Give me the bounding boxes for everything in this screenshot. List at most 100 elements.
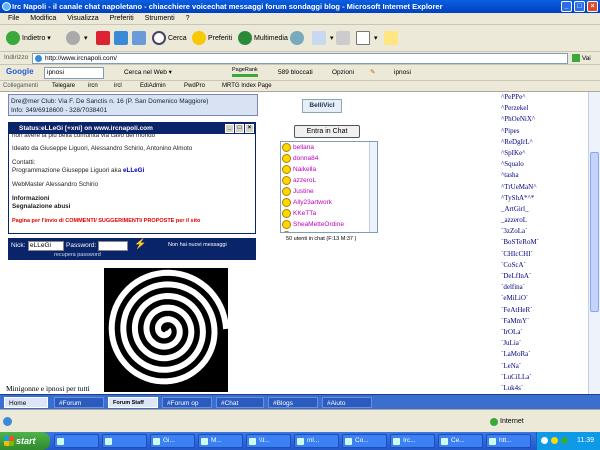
nick-list-item[interactable]: `CHIcCHI`: [500, 249, 600, 260]
multimedia-button[interactable]: Multimedia: [238, 31, 288, 47]
print-button[interactable]: [336, 31, 352, 47]
taskbar-task-button[interactable]: htt...: [486, 434, 531, 448]
chat-user-item[interactable]: verusia75: [281, 230, 377, 232]
menu-edit[interactable]: Modifica: [30, 15, 56, 22]
menu-tools[interactable]: Strumenti: [145, 15, 175, 22]
nick-list-item[interactable]: `FeAtHeR`: [500, 305, 600, 316]
tray-icon[interactable]: [541, 437, 548, 444]
tab-aiuto[interactable]: #Aiuto: [322, 397, 372, 408]
enter-chat-button[interactable]: Entra in Chat: [294, 125, 360, 138]
link-telegare[interactable]: Telegare: [52, 82, 75, 91]
nick-list-item[interactable]: `LuCiLLa`: [500, 372, 600, 383]
start-button[interactable]: start: [0, 432, 50, 450]
chat-user-item[interactable]: bellana: [281, 142, 377, 153]
home-button[interactable]: [132, 31, 148, 47]
tray-icon[interactable]: [551, 437, 558, 444]
chat-user-item[interactable]: Justine: [281, 186, 377, 197]
password-input[interactable]: [98, 241, 128, 251]
taskbar-task-button[interactable]: Ce...: [438, 434, 483, 448]
address-input[interactable]: http://www.ircnapoli.com/: [32, 53, 568, 64]
close-button[interactable]: ×: [587, 1, 598, 12]
edit-button[interactable]: ▾: [356, 31, 377, 47]
report-abuse-link[interactable]: Segnalazione abusi: [12, 203, 252, 211]
taskbar-task-button[interactable]: Irc...: [390, 434, 435, 448]
status-nick[interactable]: eLLeGi: [123, 167, 144, 174]
page-scrollbar-thumb[interactable]: [590, 152, 599, 312]
google-logo[interactable]: Google: [6, 67, 34, 76]
link-pwdpro[interactable]: PwdPro: [184, 82, 205, 91]
favorites-button[interactable]: Preferiti: [192, 31, 232, 47]
recover-password-link[interactable]: recupera password: [54, 252, 101, 258]
nick-list-item[interactable]: `eMiLiO`: [500, 293, 600, 304]
taskbar-task-button[interactable]: \\t...: [246, 434, 291, 448]
chat-user-item[interactable]: KKeTTa: [281, 208, 377, 219]
search-button[interactable]: Cerca: [152, 31, 187, 47]
tab-forum-op[interactable]: #Forum op: [162, 397, 212, 408]
google-options-button[interactable]: Opzioni: [332, 68, 354, 78]
nick-list-item[interactable]: `BoSTeRoM`: [500, 237, 600, 248]
tab-chat[interactable]: #Chat: [216, 397, 264, 408]
taskbar-task-button[interactable]: ml...: [294, 434, 339, 448]
tab-home[interactable]: Home: [4, 397, 48, 408]
tab-forum-staff[interactable]: Forum Staff: [108, 397, 158, 408]
tray-icon[interactable]: [561, 437, 568, 444]
popup-blocked-button[interactable]: 589 bloccati: [278, 68, 313, 78]
nick-list-item[interactable]: ^Perzekel: [500, 103, 600, 114]
nick-list-item[interactable]: _ArtGirl_: [500, 204, 600, 215]
note-button[interactable]: [384, 31, 400, 47]
history-button[interactable]: [290, 31, 306, 47]
menu-view[interactable]: Visualizza: [67, 15, 98, 22]
status-minimize-button[interactable]: _: [225, 124, 234, 133]
taskbar-task-button[interactable]: Co...: [342, 434, 387, 448]
menu-file[interactable]: File: [8, 15, 19, 22]
nick-list-item[interactable]: `Luk4s`: [500, 383, 600, 394]
status-close-button[interactable]: ×: [245, 124, 254, 133]
taskbar-task-button[interactable]: [102, 434, 147, 448]
feedback-notice-link[interactable]: Pagina per l'invio di COMMENTI/ SUGGERIM…: [12, 217, 252, 225]
nick-input[interactable]: eLLeGi: [28, 241, 64, 251]
link-mrtg[interactable]: MRTG Index Page: [222, 82, 272, 91]
nick-list-item[interactable]: `IrOLa`: [500, 327, 600, 338]
nick-list-item[interactable]: ^tasha: [500, 170, 600, 181]
nick-list-item[interactable]: `3zZoLa`: [500, 226, 600, 237]
refresh-button[interactable]: [114, 31, 130, 47]
nick-list-item[interactable]: _azzeroL: [500, 215, 600, 226]
nick-list-item[interactable]: ^TrUeMaN^: [500, 182, 600, 193]
tab-forum[interactable]: #Forum: [54, 397, 104, 408]
highlight-icon[interactable]: ✎: [370, 68, 375, 78]
nick-list-item[interactable]: ^Squalo: [500, 159, 600, 170]
tab-blogs[interactable]: #Blogs: [268, 397, 318, 408]
nick-list-item[interactable]: `JuLia`: [500, 338, 600, 349]
user-list-scrollbar[interactable]: [369, 142, 377, 232]
google-search-input[interactable]: ipnosi: [44, 67, 104, 79]
page-scrollbar[interactable]: [588, 92, 600, 394]
nick-list-item[interactable]: `CoScA`: [500, 260, 600, 271]
taskbar-task-button[interactable]: Gi...: [150, 434, 195, 448]
chat-user-item[interactable]: donna84: [281, 153, 377, 164]
lightning-icon[interactable]: ⚡: [134, 239, 146, 251]
chat-user-item[interactable]: azzeroL: [281, 175, 377, 186]
taskbar-task-button[interactable]: [54, 434, 99, 448]
link-ircl[interactable]: ircl: [114, 82, 122, 91]
nick-list-item[interactable]: ^SpIKe^: [500, 148, 600, 159]
back-button[interactable]: Indietro ▾: [6, 31, 51, 47]
stop-button[interactable]: [96, 31, 112, 47]
mail-button[interactable]: ▾: [312, 31, 333, 47]
chat-user-item[interactable]: Naikella: [281, 164, 377, 175]
link-ircn[interactable]: ircn: [88, 82, 98, 91]
nick-list-item[interactable]: `FaMmY`: [500, 316, 600, 327]
chat-user-item[interactable]: Ally23artwork: [281, 197, 377, 208]
highlight-term-button[interactable]: ipnosi: [394, 68, 411, 78]
nick-list-item[interactable]: `LaMoRa`: [500, 349, 600, 360]
info-link[interactable]: Informazioni: [12, 195, 252, 203]
nick-list-item[interactable]: ^ReDgIrL^: [500, 137, 600, 148]
nick-list-item[interactable]: `DeLfInA`: [500, 271, 600, 282]
taskbar-task-button[interactable]: M...: [198, 434, 243, 448]
menu-help[interactable]: ?: [186, 15, 190, 22]
nick-list-item[interactable]: ^PePPe^: [500, 92, 600, 103]
minimize-button[interactable]: _: [561, 1, 572, 12]
go-button[interactable]: Vai: [572, 53, 598, 64]
menu-favorites[interactable]: Preferiti: [110, 15, 134, 22]
nick-list-item[interactable]: ^Pipes: [500, 126, 600, 137]
chat-user-item[interactable]: SheaMetteOrdine: [281, 219, 377, 230]
